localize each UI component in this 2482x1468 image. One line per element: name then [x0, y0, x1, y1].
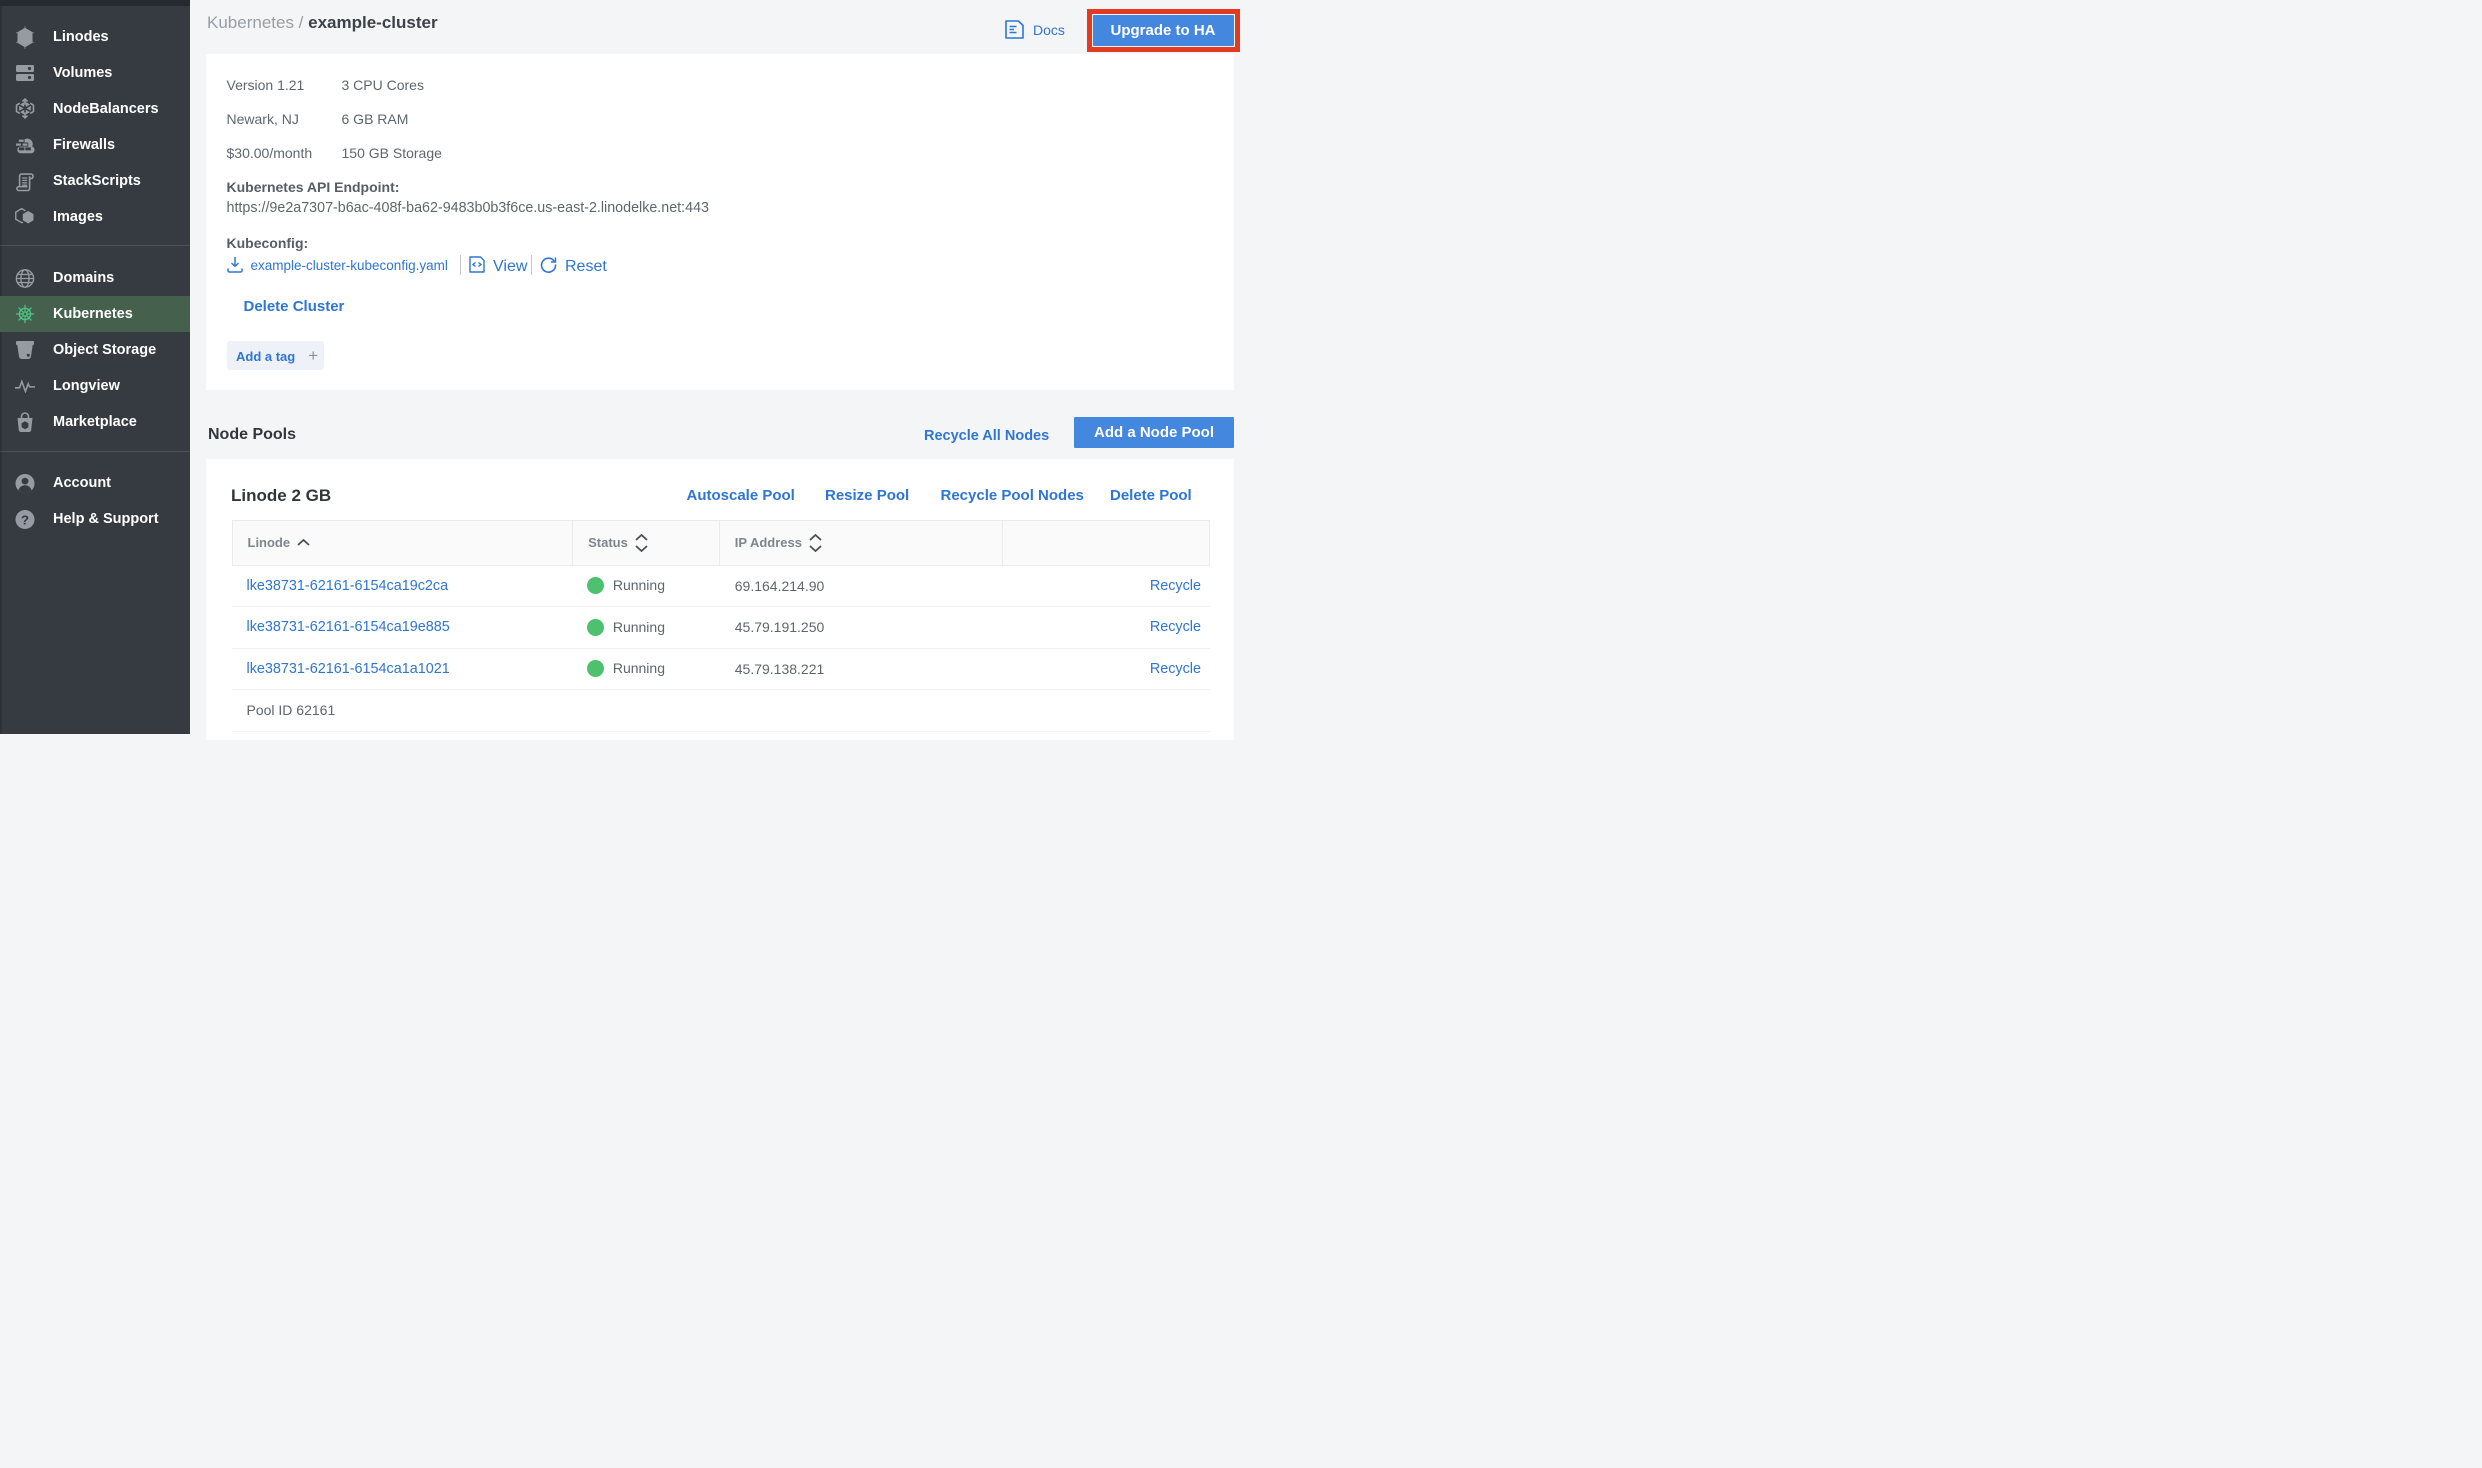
svg-text:?: ?: [21, 512, 29, 527]
